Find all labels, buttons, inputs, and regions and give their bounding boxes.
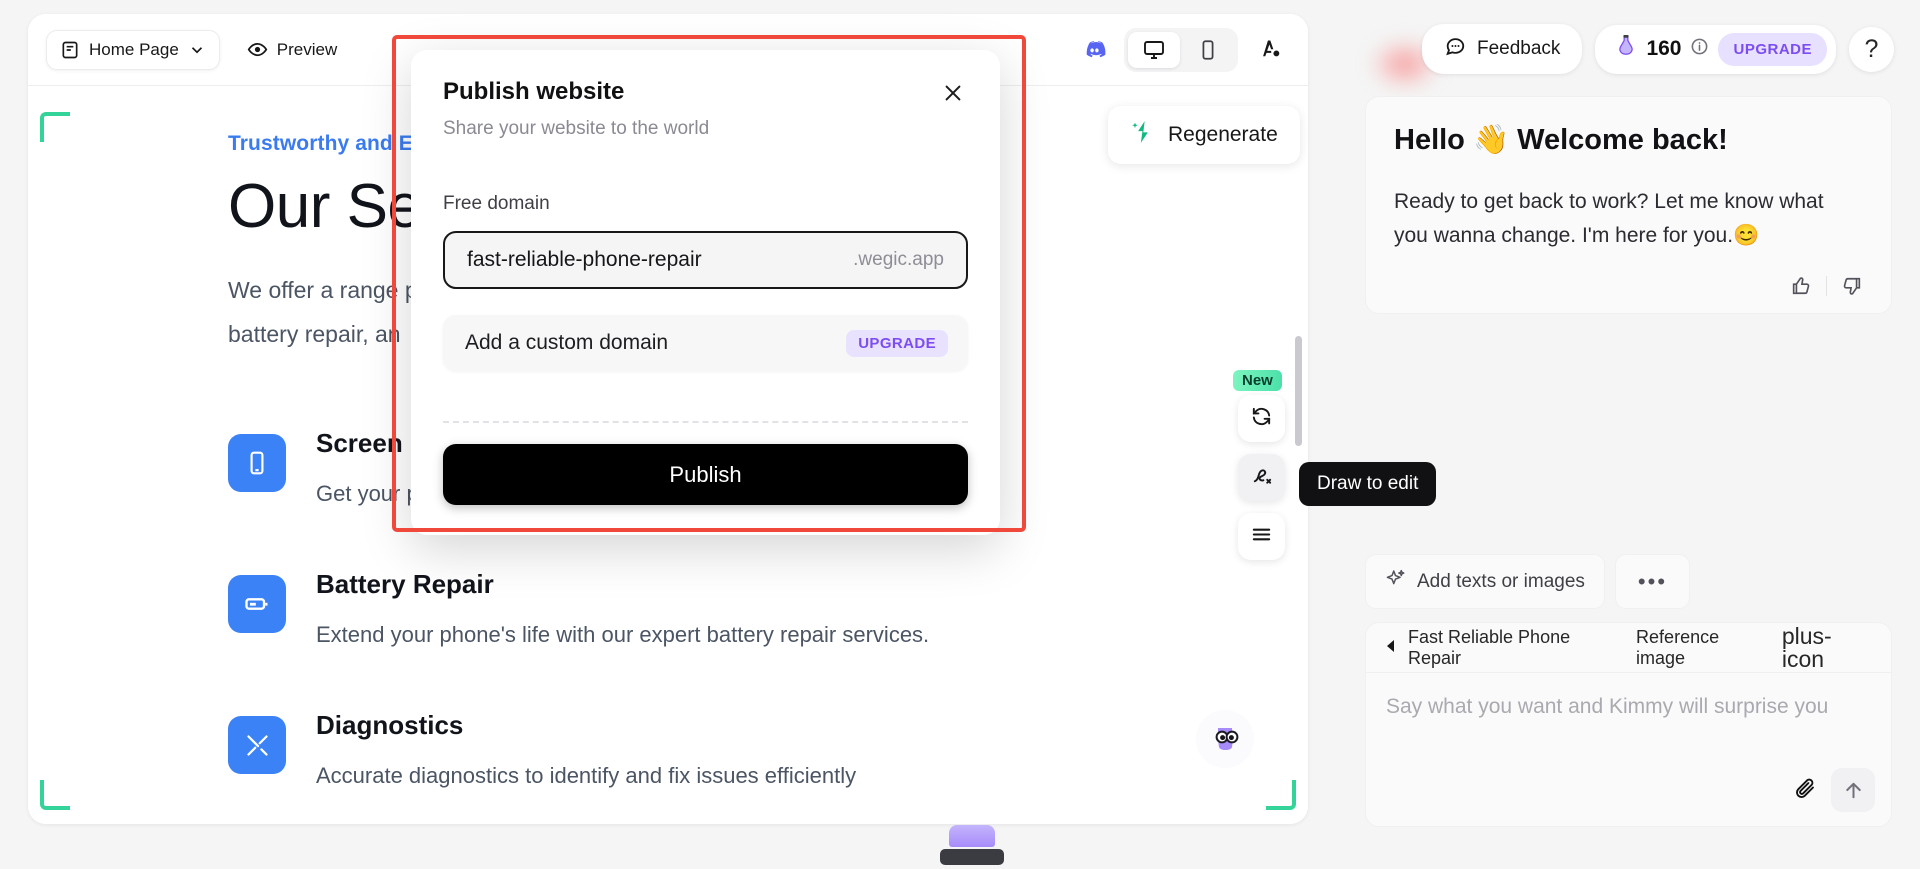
feedback-button[interactable]: Feedback (1421, 24, 1583, 74)
free-domain-suffix: .wegic.app (853, 249, 944, 270)
dock-mascot-top (949, 825, 995, 847)
page-selector[interactable]: Home Page (46, 29, 220, 70)
free-domain-input[interactable]: fast-reliable-phone-repair .wegic.app (443, 231, 968, 289)
service-item: Battery Repair Extend your phone's life … (228, 569, 1308, 648)
bottom-dock[interactable] (940, 825, 1004, 869)
feedback-label: Feedback (1476, 38, 1561, 59)
help-button[interactable]: ? (1849, 26, 1894, 72)
info-icon[interactable] (1690, 37, 1709, 62)
add-custom-domain-row[interactable]: Add a custom domain UPGRADE (443, 315, 968, 371)
tools-icon (228, 716, 286, 775)
service-title: Diagnostics (316, 710, 464, 741)
add-custom-domain-label: Add a custom domain (465, 331, 669, 354)
eye-icon (247, 39, 268, 60)
add-texts-or-images-button[interactable]: Add texts or images (1365, 554, 1605, 609)
page-selector-label: Home Page (89, 39, 179, 59)
greeting-body: Ready to get back to work? Let me know w… (1394, 190, 1824, 248)
page-icon (60, 40, 80, 60)
custom-domain-upgrade-badge[interactable]: UPGRADE (846, 329, 948, 357)
greeting-title: Hello 👋 Welcome back! (1394, 124, 1728, 156)
menu-icon (1250, 523, 1273, 551)
free-domain-label: Free domain (443, 193, 550, 214)
app-root: Home Page Preview Trustworthy and Eff Ou… (0, 0, 1920, 869)
potion-icon (1615, 34, 1637, 64)
chat-composer: Fast Reliable Phone Repair Reference ima… (1365, 622, 1892, 827)
preview-scrollbar[interactable] (1295, 336, 1302, 446)
close-icon[interactable] (938, 78, 968, 108)
desktop-icon[interactable] (1128, 31, 1180, 68)
paperclip-icon[interactable] (1793, 776, 1817, 805)
upgrade-button[interactable]: UPGRADE (1718, 32, 1827, 66)
regenerate-label: Regenerate (1168, 123, 1278, 146)
divider (1826, 276, 1827, 297)
send-button[interactable] (1831, 768, 1875, 812)
dialog-divider (443, 421, 968, 423)
reference-image-button[interactable]: Reference image (1636, 627, 1772, 669)
sparkle-icon (1385, 568, 1406, 595)
service-title: Battery Repair (316, 569, 494, 600)
publish-website-dialog: Publish website Share your website to th… (411, 50, 1000, 535)
preview-button[interactable]: Preview (234, 30, 350, 69)
plus-icon[interactable]: plus-icon (1782, 624, 1873, 671)
editor-toolbar-right (1072, 27, 1290, 72)
composer-header: Fast Reliable Phone Repair Reference ima… (1366, 623, 1891, 673)
tool-rail: New (1233, 370, 1285, 560)
refresh-button[interactable]: New (1233, 370, 1285, 442)
free-domain-value: fast-reliable-phone-repair (467, 248, 702, 271)
mascot-avatar (1196, 710, 1254, 768)
menu-button[interactable] (1238, 513, 1285, 560)
draw-edit-icon (1250, 464, 1273, 492)
publish-button[interactable]: Publish (443, 444, 968, 505)
draw-to-edit-button[interactable] (1238, 454, 1285, 501)
phone-screen-icon (228, 434, 286, 493)
preview-label: Preview (276, 39, 338, 59)
chat-header: Feedback 160 UPGRADE ? (1345, 0, 1920, 74)
mobile-icon[interactable] (1182, 32, 1234, 68)
message-feedback-actions (1394, 275, 1863, 297)
chat-bubble-icon (1444, 35, 1466, 63)
assistant-message-card: Hello 👋 Welcome back! Ready to get back … (1365, 96, 1892, 315)
service-desc: Extend your phone's life with our expert… (316, 622, 930, 648)
new-badge: New (1233, 370, 1282, 391)
selection-corner (40, 112, 70, 142)
credits-value: 160 (1646, 37, 1682, 60)
credits-pill: 160 UPGRADE (1595, 24, 1836, 74)
chevron-down-icon (188, 41, 206, 59)
regenerate-button[interactable]: Regenerate (1108, 106, 1300, 164)
selection-corner (40, 780, 70, 810)
dialog-subtitle: Share your website to the world (443, 118, 710, 139)
selection-corner (1266, 780, 1296, 810)
typography-icon[interactable] (1246, 28, 1290, 72)
service-desc: Accurate diagnostics to identify and fix… (316, 763, 857, 789)
thumbs-down-icon[interactable] (1841, 275, 1863, 297)
draw-to-edit-tooltip: Draw to edit (1299, 462, 1437, 506)
dialog-title: Publish website (443, 78, 625, 105)
refresh-icon (1250, 405, 1273, 433)
chat-panel: Feedback 160 UPGRADE ? Hello 👋 Welcome b… (1345, 0, 1920, 869)
composer-footer (1793, 768, 1875, 812)
project-name: Fast Reliable Phone Repair (1408, 626, 1571, 668)
chat-input[interactable]: Say what you want and Kimmy will surpris… (1366, 673, 1891, 719)
dialog-header: Publish website Share your website to th… (443, 78, 968, 140)
service-item: Diagnostics Accurate diagnostics to iden… (228, 710, 1308, 789)
add-texts-or-images-label: Add texts or images (1417, 570, 1585, 592)
device-toggle (1124, 27, 1238, 72)
thumbs-up-icon[interactable] (1790, 275, 1812, 297)
dock-base (940, 849, 1004, 865)
battery-icon (228, 575, 286, 634)
discord-icon[interactable] (1072, 28, 1116, 72)
more-options-button[interactable]: ••• (1614, 554, 1691, 609)
back-triangle-icon[interactable] (1384, 637, 1398, 658)
quick-actions: Add texts or images ••• (1365, 554, 1691, 609)
sparkle-wand-icon (1130, 119, 1156, 151)
